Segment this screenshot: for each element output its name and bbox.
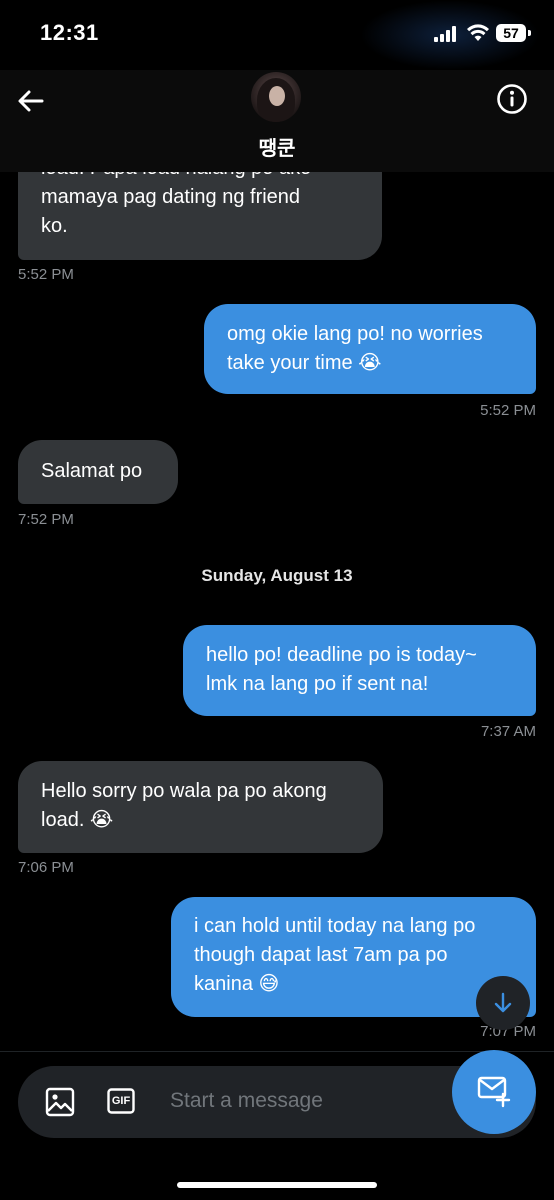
message-line: hello po! deadline po is today~	[206, 644, 477, 666]
message-line: lmk na lang po if sent na!	[206, 673, 429, 695]
image-icon[interactable]	[45, 1087, 75, 1117]
message-line: i can hold until today na lang po	[194, 915, 476, 937]
message-line: Hello sorry po wala pa po akong	[41, 780, 327, 802]
cellular-signal-icon	[434, 26, 460, 42]
message-timestamp: 7:06 PM	[18, 859, 74, 876]
battery-indicator: 57	[496, 24, 526, 42]
message-input[interactable]: Start a message	[170, 1089, 323, 1113]
message-line: Salamat po	[41, 460, 143, 482]
message-line: ko.	[41, 215, 68, 237]
message-bubble-outgoing[interactable]: omg okie lang po! no worries take your t…	[204, 304, 536, 394]
new-message-button[interactable]	[452, 1050, 536, 1134]
message-timestamp: 7:37 AM	[480, 723, 536, 740]
message-line: take your time 😭	[227, 352, 382, 374]
battery-tip	[528, 30, 531, 36]
message-timestamp: 5:52 PM	[480, 402, 536, 419]
status-bar: 12:31 57	[0, 0, 554, 70]
back-arrow-icon[interactable]	[14, 84, 48, 118]
contact-name[interactable]: 땡쿤	[0, 132, 554, 161]
date-separator: Sunday, August 13	[201, 566, 353, 585]
status-time: 12:31	[40, 20, 99, 45]
arrow-down-icon	[494, 992, 512, 1013]
contact-avatar[interactable]	[251, 72, 301, 122]
message-line: load. 😭	[41, 809, 114, 831]
gif-label: GIF	[111, 1095, 131, 1107]
info-icon[interactable]	[496, 83, 528, 115]
message-line: omg okie lang po! no worries	[227, 323, 483, 345]
message-line: mamaya pag dating ng friend	[41, 186, 301, 208]
message-bubble-outgoing[interactable]: hello po! deadline po is today~ lmk na l…	[183, 625, 536, 716]
conversation-header: 땡쿤	[0, 70, 554, 172]
message-bubble-incoming[interactable]: Hello sorry po wala pa po akong load. 😭	[18, 761, 383, 853]
wifi-icon	[467, 24, 489, 41]
message-line: kanina 😅	[194, 973, 280, 995]
home-indicator[interactable]	[177, 1182, 377, 1188]
avatar-face	[269, 86, 285, 106]
message-timestamp: 5:52 PM	[18, 266, 74, 283]
message-line: though dapat last 7am pa po	[194, 944, 448, 966]
compose-mail-icon	[477, 1076, 511, 1108]
gif-icon[interactable]: GIF	[107, 1088, 135, 1114]
message-bubble-incoming[interactable]: Salamat po	[18, 440, 178, 504]
scroll-to-bottom-button[interactable]	[476, 976, 530, 1030]
message-timestamp: 7:52 PM	[18, 511, 74, 528]
